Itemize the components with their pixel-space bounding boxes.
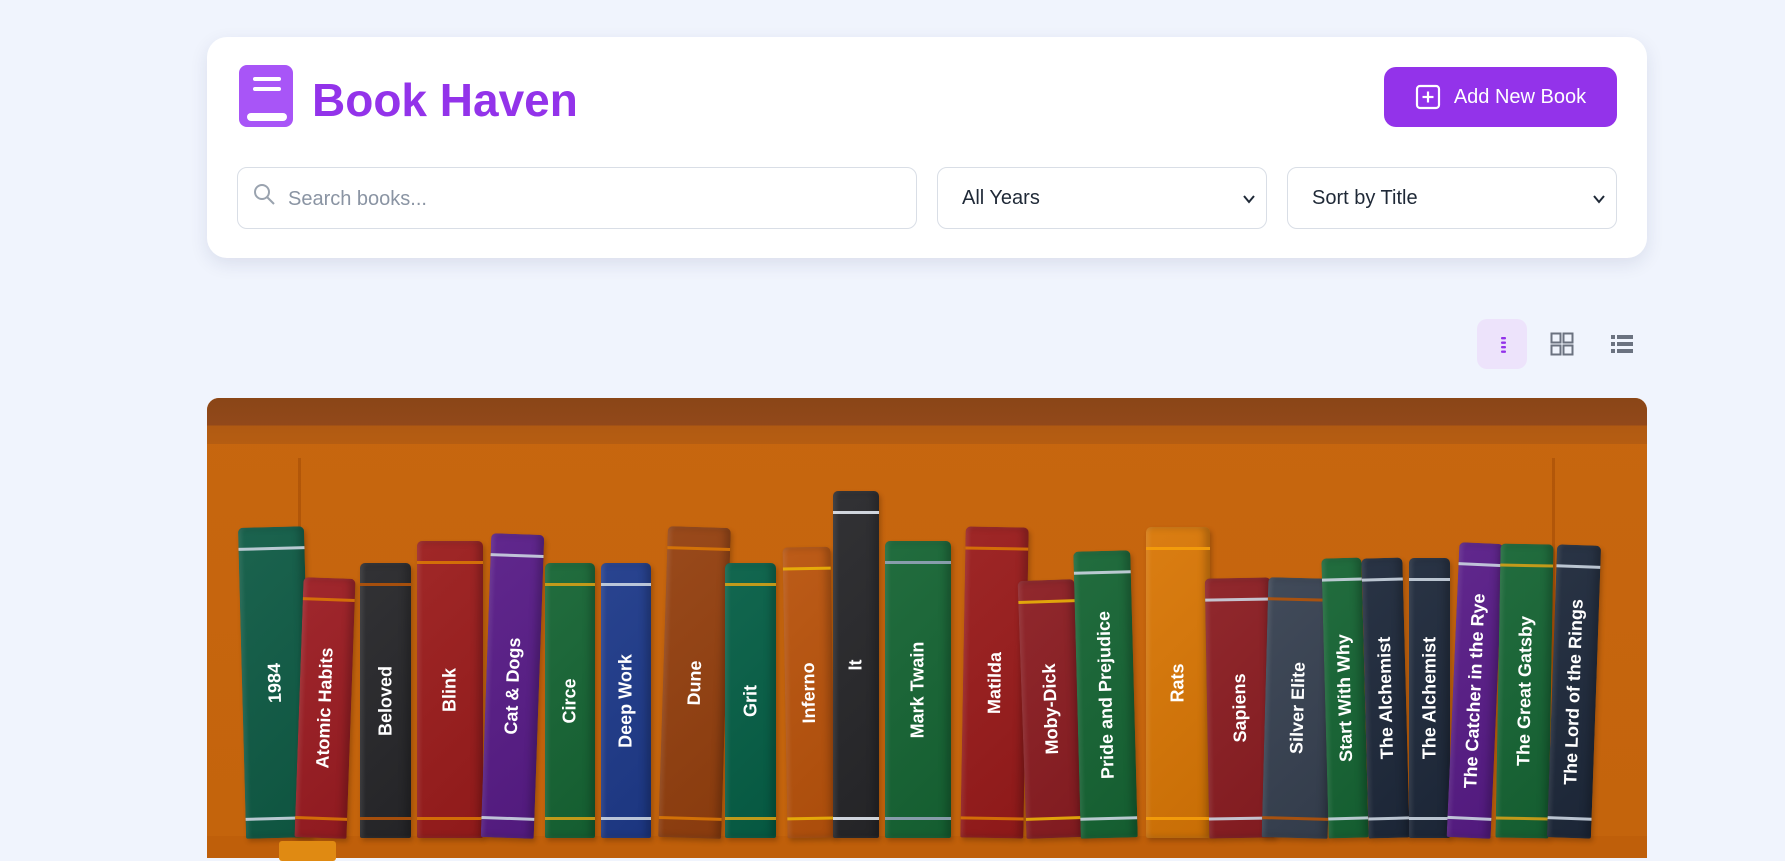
book-spine[interactable]: Beloved xyxy=(360,563,411,838)
chevron-down-icon xyxy=(1243,195,1255,204)
grid-view-icon xyxy=(1550,332,1574,356)
book-spine[interactable]: Dune xyxy=(658,526,731,839)
book-title: Deep Work xyxy=(615,653,636,748)
book-spine[interactable]: The Catcher in the Rye xyxy=(1446,542,1504,839)
book-title: Blink xyxy=(439,667,460,712)
list-view-icon xyxy=(1611,335,1633,353)
book-spine[interactable]: Atomic Habits xyxy=(294,577,356,839)
book-spine[interactable]: Deep Work xyxy=(601,563,651,838)
book-title: Sapiens xyxy=(1228,673,1251,743)
book-title: Cat & Dogs xyxy=(500,637,524,735)
book-title: Matilda xyxy=(983,651,1005,714)
app-title: Book Haven xyxy=(312,74,578,126)
book-spine[interactable]: Blink xyxy=(417,541,483,838)
book-spine[interactable]: Pride and Prejudice xyxy=(1073,550,1138,839)
book-title: The Alchemist xyxy=(1419,636,1439,760)
book-spine[interactable]: Grit xyxy=(725,563,776,838)
add-new-book-label: Add New Book xyxy=(1453,85,1587,108)
search-input[interactable] xyxy=(286,168,910,230)
header-card: Book Haven Add New Book All Years Sort b… xyxy=(207,37,1647,258)
book-spine[interactable]: Cat & Dogs xyxy=(480,533,545,839)
book-spine[interactable]: Mark Twain xyxy=(885,541,951,838)
book-title: The Lord of the Rings xyxy=(1560,598,1587,785)
book-spine[interactable]: The Alchemist xyxy=(1361,557,1410,839)
shelf-view-button[interactable] xyxy=(1477,319,1527,369)
plus-square-icon xyxy=(1415,84,1440,110)
book-spine[interactable]: Inferno xyxy=(782,546,836,839)
book-title: The Great Gatsby xyxy=(1512,615,1536,767)
sort-select[interactable]: Sort by Title xyxy=(1287,167,1617,229)
grid-view-button[interactable] xyxy=(1537,319,1587,369)
book-title: The Alchemist xyxy=(1373,636,1397,760)
book-title: Silver Elite xyxy=(1286,661,1309,755)
book-spine[interactable]: The Alchemist xyxy=(1409,558,1450,838)
sort-value: Sort by Title xyxy=(1312,187,1418,209)
book-title: Beloved xyxy=(375,665,395,736)
book-title: The Catcher in the Rye xyxy=(1460,592,1489,789)
book-title: Rats xyxy=(1167,662,1188,703)
book-title: Dune xyxy=(683,659,705,706)
book-spine[interactable]: Rats xyxy=(1146,527,1210,838)
shelf-top-board xyxy=(207,398,1647,444)
book-title: It xyxy=(845,659,866,670)
book-title: Atomic Habits xyxy=(312,647,337,769)
book-title: Circe xyxy=(559,677,580,724)
search-icon xyxy=(254,184,275,205)
book-spine[interactable]: The Lord of the Rings xyxy=(1546,544,1602,839)
search-box xyxy=(237,167,917,230)
year-filter-value: All Years xyxy=(962,187,1040,209)
book-title: Moby-Dick xyxy=(1038,663,1062,755)
shelf-floor xyxy=(207,836,1647,858)
book-title: Start With Why xyxy=(1332,633,1357,763)
add-new-book-button[interactable]: Add New Book xyxy=(1384,67,1617,127)
book-title: Pride and Prejudice xyxy=(1092,610,1118,779)
book-spine[interactable]: The Great Gatsby xyxy=(1495,543,1554,839)
book-title: Grit xyxy=(740,684,760,717)
bookshelf: 1984 Atomic Habits Beloved Blink Cat & Dogs C… xyxy=(207,398,1647,858)
book-spine[interactable]: Moby-Dick xyxy=(1017,579,1084,839)
book-spine[interactable]: Matilda xyxy=(960,526,1029,839)
chevron-down-icon xyxy=(1593,195,1605,204)
book-title: 1984 xyxy=(263,662,286,703)
year-filter-select[interactable]: All Years xyxy=(937,167,1267,229)
book-logo-icon xyxy=(239,65,293,127)
shelf-view-icon xyxy=(1501,337,1506,353)
book-title: Inferno xyxy=(797,661,820,724)
shelf-tab xyxy=(279,841,336,861)
book-title: Mark Twain xyxy=(907,641,928,738)
book-spine[interactable]: It xyxy=(833,491,879,838)
list-view-button[interactable] xyxy=(1597,319,1647,369)
book-spine[interactable]: Circe xyxy=(545,563,595,838)
